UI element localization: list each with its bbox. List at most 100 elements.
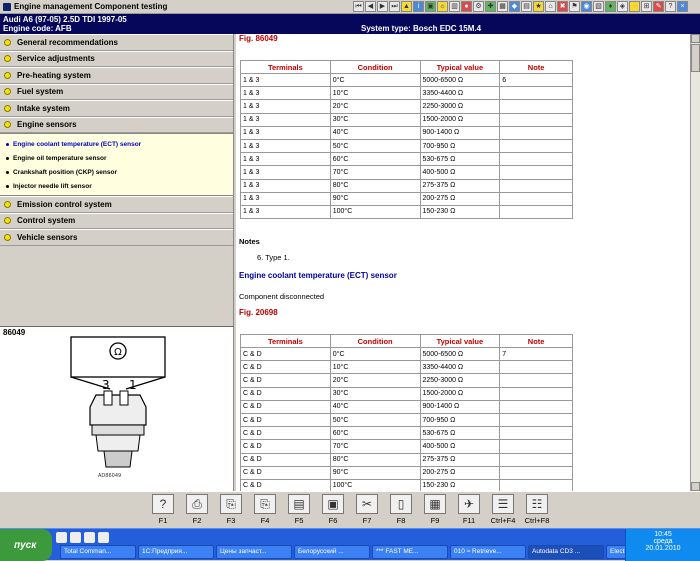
tool-icon-8[interactable]: ✚ [485, 1, 496, 12]
tool-icon-10[interactable]: ◆ [509, 1, 520, 12]
table-row: C & D 20°C 2250-3000 Ω [240, 373, 573, 388]
cell-note [499, 152, 573, 167]
nav-item-engine-sensors[interactable]: Engine sensors [0, 116, 233, 133]
fkey-ctrl-f8[interactable]: ☷ Ctrl+F8 [521, 494, 553, 528]
nav-label: Intake system [17, 103, 70, 113]
subitem-ect-sensor[interactable]: Engine coolant temperature (ECT) sensor [0, 137, 233, 151]
taskbar-button[interactable]: *** FAST ME... [372, 545, 448, 559]
taskbar-button[interactable]: 1С:Предприя... [138, 545, 214, 559]
scroll-thumb[interactable] [691, 44, 700, 72]
nav-item-pre-heating-system[interactable]: Pre-heating system [0, 67, 233, 84]
tool-icon-14[interactable]: ✖ [557, 1, 568, 12]
cell-terminals: C & D [240, 346, 331, 362]
bullet-icon [4, 71, 11, 79]
table-row: 1 & 3 80°C 275-375 Ω [240, 178, 573, 193]
taskbar-button[interactable]: Цены запчаст... [216, 545, 292, 559]
fkey-icon: ? [152, 494, 174, 514]
quicklaunch-icon-2[interactable] [70, 532, 81, 543]
start-button[interactable]: пуск [0, 529, 52, 561]
cell-terminals: 1 & 3 [240, 72, 331, 88]
cell-note [499, 178, 573, 193]
scroll-down-button[interactable] [691, 482, 700, 491]
quick-launch [56, 532, 109, 543]
nav-item-fuel-system[interactable]: Fuel system [0, 83, 233, 100]
cell-terminals: 1 & 3 [240, 178, 331, 193]
fkey-ctrl-f4[interactable]: ☰ Ctrl+F4 [487, 494, 519, 528]
vertical-scrollbar[interactable] [690, 34, 700, 491]
nav-item-vehicle-sensors[interactable]: Vehicle sensors [0, 229, 233, 246]
tool-icon-23[interactable]: ? [665, 1, 676, 12]
cell-note [499, 412, 573, 428]
subitem-oil-temp-sensor[interactable]: Engine oil temperature sensor [0, 151, 233, 165]
fkey-icon: ⎘ [220, 494, 242, 514]
taskbar-button[interactable]: Total Comman... [60, 545, 136, 559]
subitem-ckp-sensor[interactable]: Crankshaft position (CKP) sensor [0, 165, 233, 179]
tool-icon-2[interactable]: i [413, 1, 424, 12]
tool-icon-21[interactable]: ⊞ [641, 1, 652, 12]
tool-icon-11[interactable]: ▤ [521, 1, 532, 12]
nav-item-general-recommendations[interactable]: General recommendations [0, 34, 233, 51]
tool-icon-16[interactable]: ◉ [581, 1, 592, 12]
tool-icon-1[interactable]: ▲ [401, 1, 412, 12]
cell-typical-value: 200-275 Ω [419, 465, 501, 480]
bullet-icon [4, 55, 11, 63]
tool-icon-18[interactable]: ♦ [605, 1, 616, 12]
nav-prev-icon[interactable]: ◀ [365, 1, 376, 12]
fig-link-86049[interactable]: Fig. 86049 [239, 34, 278, 43]
taskbar-button[interactable]: 010 ≈ Retrieve... [450, 545, 526, 559]
cell-terminals: C & D [240, 399, 331, 414]
cell-typical-value: 700-950 Ω [419, 412, 501, 428]
tool-icon-4[interactable]: ☼ [437, 1, 448, 12]
cell-terminals: 1 & 3 [240, 152, 331, 167]
fkey-f5[interactable]: ▤ F5 [283, 494, 315, 528]
fkey-f2[interactable]: ⎙ F2 [181, 494, 213, 528]
nav-next-icon[interactable]: ▶ [377, 1, 388, 12]
fkey-f1[interactable]: ? F1 [147, 494, 179, 528]
fkey-f3[interactable]: ⎘ F3 [215, 494, 247, 528]
tool-icon-7[interactable]: ⚙ [473, 1, 484, 12]
tool-icon-12[interactable]: ★ [533, 1, 544, 12]
quicklaunch-icon-4[interactable] [98, 532, 109, 543]
nav-last-icon[interactable]: ⏭ [389, 1, 400, 12]
fkey-f9[interactable]: ▦ F9 [419, 494, 451, 528]
cell-typical-value: 3350-4400 Ω [419, 360, 501, 375]
taskbar-button[interactable]: Белорусский ... [294, 545, 370, 559]
taskbar-button[interactable]: Autodata CD3 ... [528, 545, 604, 559]
quicklaunch-icon-3[interactable] [84, 532, 95, 543]
subitem-injector-sensor[interactable]: Injector needle lift sensor [0, 179, 233, 193]
tool-icon-13[interactable]: ⌂ [545, 1, 556, 12]
notes-heading: Notes [239, 237, 260, 246]
fkey-label: F3 [226, 516, 236, 525]
quicklaunch-icon-1[interactable] [56, 532, 67, 543]
nav-item-emission-control[interactable]: Emission control system [0, 196, 233, 213]
table-row: 1 & 3 100°C 150-230 Ω [240, 204, 573, 220]
tool-icon-9[interactable]: ▦ [497, 1, 508, 12]
cell-typical-value: 275-375 Ω [419, 178, 501, 193]
nav-first-icon[interactable]: ⏮ [353, 1, 364, 12]
tool-icon-15[interactable]: ⚑ [569, 1, 580, 12]
tool-icon-3[interactable]: ▣ [425, 1, 436, 12]
cell-terminals: C & D [240, 439, 331, 454]
fig-link-20698[interactable]: Fig. 20698 [239, 308, 278, 317]
bullet-icon [4, 88, 11, 96]
tool-icon-17[interactable]: ▧ [593, 1, 604, 12]
nav-item-service-adjustments[interactable]: Service adjustments [0, 50, 233, 67]
title-bar: Engine management Component testing ⏮ ◀ … [0, 0, 700, 14]
tool-icon-6[interactable]: ● [461, 1, 472, 12]
col-typical-value: Typical value [419, 60, 501, 74]
nav-item-control-system[interactable]: Control system [0, 212, 233, 229]
tool-icon-5[interactable]: ▥ [449, 1, 460, 12]
fkey-f4[interactable]: ⎘ F4 [249, 494, 281, 528]
cell-note: 6 [499, 72, 573, 88]
fkey-f8[interactable]: ▯ F8 [385, 494, 417, 528]
tool-icon-20[interactable]: ⚡ [629, 1, 640, 12]
tool-icon-22[interactable]: ✎ [653, 1, 664, 12]
nav-label: Fuel system [17, 87, 64, 97]
scroll-up-button[interactable] [691, 34, 700, 43]
nav-item-intake-system[interactable]: Intake system [0, 100, 233, 117]
exit-icon[interactable]: × [677, 1, 688, 12]
fkey-f11[interactable]: ✈ F11 [453, 494, 485, 528]
fkey-f7[interactable]: ✂ F7 [351, 494, 383, 528]
fkey-f6[interactable]: ▣ F6 [317, 494, 349, 528]
tool-icon-19[interactable]: ◈ [617, 1, 628, 12]
